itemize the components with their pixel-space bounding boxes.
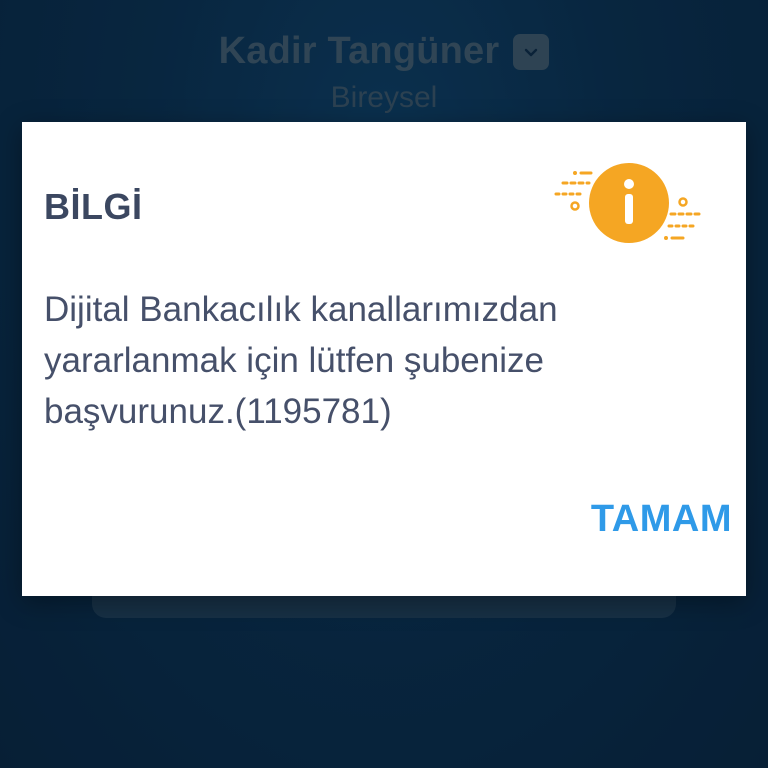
ok-button[interactable]: TAMAM [591, 498, 732, 541]
dialog-title: BİLGİ [44, 186, 143, 227]
info-icon [553, 160, 708, 250]
dialog-message: Dijital Bankacılık kanallarımızdan yarar… [44, 290, 558, 431]
